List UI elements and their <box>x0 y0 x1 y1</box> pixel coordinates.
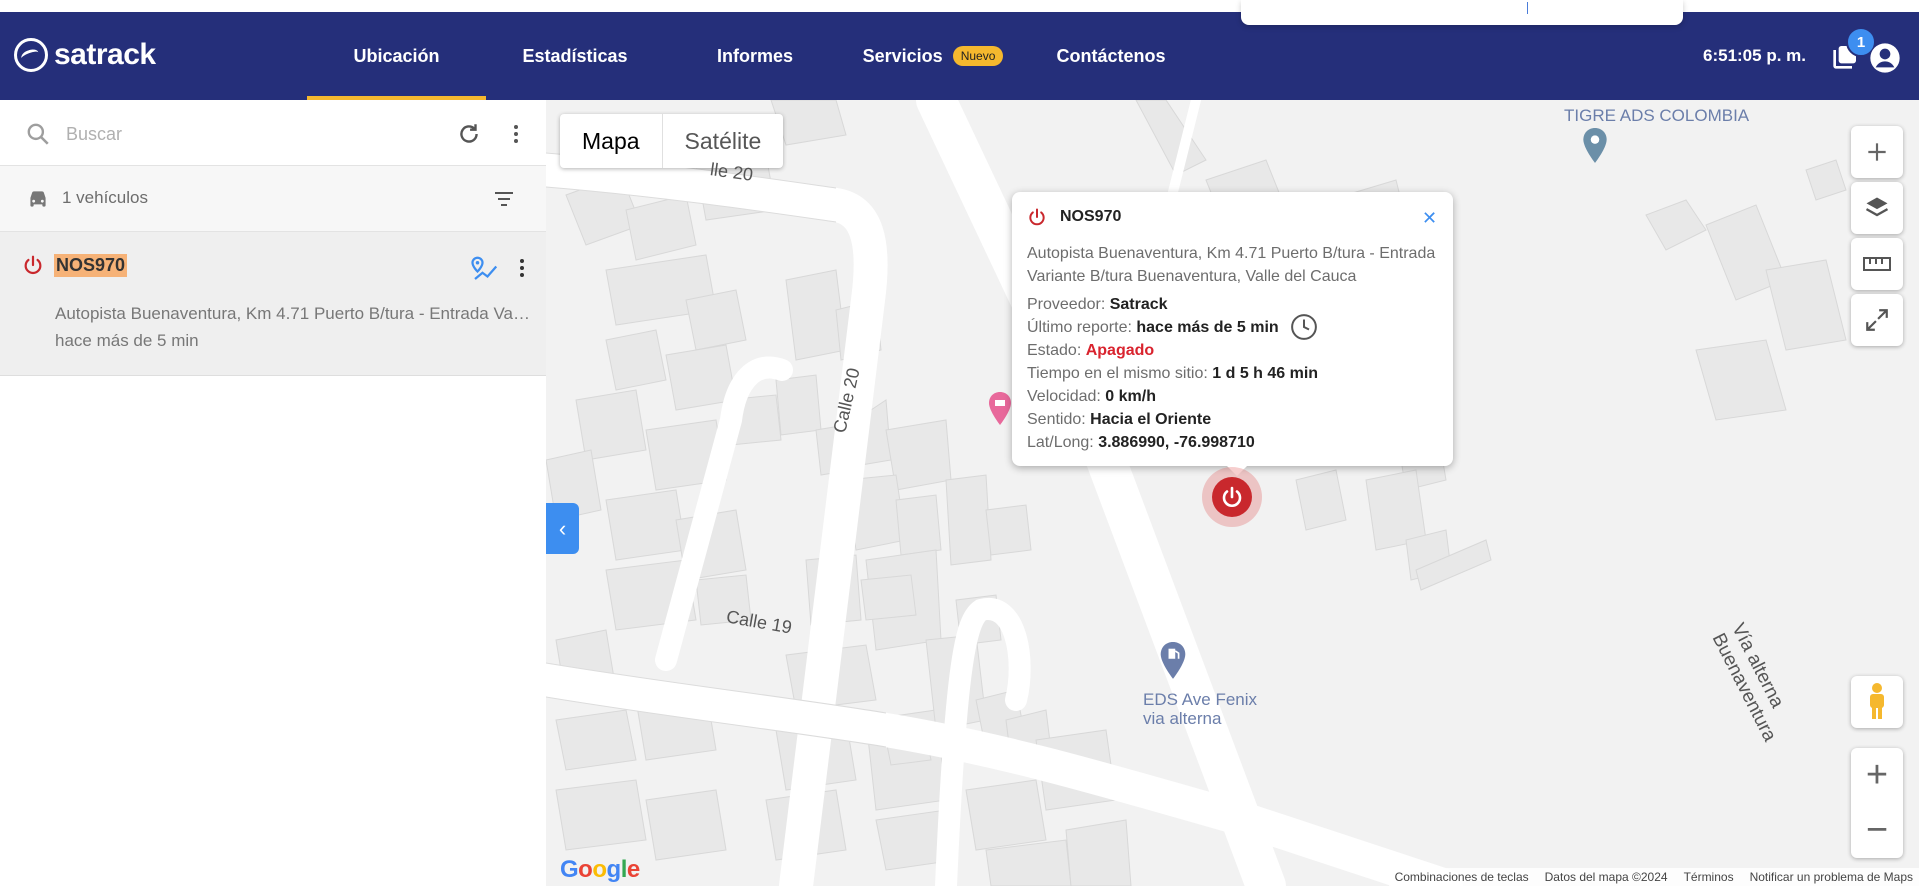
vehicle-options-icon[interactable] <box>510 254 534 282</box>
top-navbar: satrack Ubicación Estadísticas Informes … <box>0 12 1919 100</box>
user-avatar-icon <box>1870 43 1900 73</box>
street-view-button[interactable] <box>1851 676 1903 728</box>
popup-value: 1 d 5 h 46 min <box>1212 365 1319 382</box>
more-options-icon[interactable] <box>504 121 528 147</box>
popup-value: 3.886990, -76.998710 <box>1098 434 1255 451</box>
terms-link[interactable]: Términos <box>1684 870 1734 884</box>
vehicles-header: 1 vehículos <box>0 166 546 232</box>
popup-address: Autopista Buenaventura, Km 4.71 Puerto B… <box>1027 245 1436 285</box>
route-history-icon[interactable] <box>469 254 501 284</box>
power-off-icon <box>1029 208 1045 226</box>
google-logo: Google <box>560 856 640 883</box>
clock-icon[interactable] <box>1289 312 1319 342</box>
vehicle-info-popup: NOS970 ✕ Autopista Buenaventura, Km 4.71… <box>1012 192 1453 476</box>
search-icon <box>27 123 49 145</box>
zoom-in-button[interactable]: + <box>1851 748 1903 803</box>
popup-row-time-in-place: Tiempo en el mismo sitio: 1 d 5 h 46 min <box>1027 365 1318 383</box>
layers-icon <box>1865 197 1889 217</box>
popup-value: Apagado <box>1085 342 1155 359</box>
popup-value: 0 km/h <box>1105 388 1156 405</box>
map-footer: Combinaciones de teclas Datos del mapa ©… <box>1388 868 1919 886</box>
search-input[interactable] <box>66 120 426 148</box>
popup-label: Lat/Long: <box>1027 434 1094 451</box>
popup-label: Tiempo en el mismo sitio: <box>1027 365 1208 382</box>
map-type-toggle: Mapa Satélite <box>560 114 784 168</box>
popup-label: Estado: <box>1027 342 1082 359</box>
map-type-map-button[interactable]: Mapa <box>560 114 663 168</box>
plus-icon <box>1868 143 1886 161</box>
poi-label-eds[interactable]: EDS Ave Fenix via alterna <box>1143 690 1257 728</box>
collapse-sidebar-button[interactable]: ‹ <box>546 503 579 554</box>
marker-core <box>1212 477 1252 517</box>
nav-label: Contáctenos <box>1056 45 1166 66</box>
brand-logo[interactable]: satrack <box>14 38 156 72</box>
pegman-icon <box>1870 683 1884 719</box>
popup-value: Satrack <box>1109 296 1168 313</box>
nav-label: Informes <box>716 45 794 66</box>
gas-station-pin-icon[interactable] <box>1159 642 1187 680</box>
poi-label-tigre[interactable]: TIGRE ADS COLOMBIA <box>1564 106 1749 125</box>
text-cursor <box>1527 2 1528 14</box>
popup-value: Hacia el Oriente <box>1090 411 1212 428</box>
nav-estadisticas[interactable]: Estadísticas <box>510 12 640 100</box>
hotel-pin-icon[interactable] <box>988 392 1012 426</box>
popup-label: Sentido: <box>1027 411 1086 428</box>
popup-plate: NOS970 <box>1060 208 1122 225</box>
report-problem-link[interactable]: Notificar un problema de Maps <box>1750 870 1913 884</box>
user-account-button[interactable] <box>1869 42 1901 74</box>
popup-label: Proveedor: <box>1027 296 1106 313</box>
search-bar <box>0 100 546 166</box>
nav-label: Ubicación <box>353 45 440 66</box>
popup-label: Último reporte: <box>1027 319 1132 336</box>
popup-row-speed: Velocidad: 0 km/h <box>1027 388 1156 406</box>
popup-value: hace más de 5 min <box>1136 319 1279 336</box>
popup-row-provider: Proveedor: Satrack <box>1027 296 1168 314</box>
current-time: 6:51:05 p. m. <box>1703 46 1806 65</box>
car-icon <box>30 191 46 207</box>
popup-row-latlong: Lat/Long: 3.886990, -76.998710 <box>1027 434 1255 452</box>
map-layers-button[interactable] <box>1851 182 1903 234</box>
power-off-icon <box>24 255 42 275</box>
map-data-text: Datos del mapa ©2024 <box>1544 870 1668 884</box>
chevron-left-icon: ‹ <box>558 515 567 541</box>
floating-panel <box>1241 0 1683 25</box>
keyboard-shortcuts-link[interactable]: Combinaciones de teclas <box>1395 870 1529 884</box>
popup-row-direction: Sentido: Hacia el Oriente <box>1027 411 1211 429</box>
nav-label: Estadísticas <box>522 45 628 66</box>
vehicles-count: 1 vehículos <box>62 188 148 207</box>
filter-icon[interactable] <box>490 187 518 211</box>
map-add-button[interactable] <box>1851 126 1903 178</box>
map-pin-icon[interactable] <box>1582 128 1608 164</box>
vehicle-last-report: hace más de 5 min <box>55 331 199 350</box>
zoom-control: + − <box>1851 748 1903 858</box>
close-icon[interactable]: ✕ <box>1422 208 1437 229</box>
vehicle-sidebar: 1 vehículos NOS970 Autopista Buenaventur… <box>0 100 546 886</box>
ruler-icon <box>1863 257 1891 271</box>
satrack-logo-icon <box>14 38 48 72</box>
refresh-icon[interactable] <box>456 121 482 147</box>
fullscreen-icon <box>1866 309 1888 331</box>
zoom-out-button[interactable]: − <box>1851 803 1903 858</box>
map-ruler-button[interactable] <box>1851 238 1903 290</box>
brand-name: satrack <box>54 38 156 71</box>
popup-label: Velocidad: <box>1027 388 1101 405</box>
vehicle-plate: NOS970 <box>54 254 128 277</box>
nav-servicios[interactable]: Servicios Nuevo <box>858 12 1008 100</box>
nav-informes[interactable]: Informes <box>700 12 810 100</box>
nav-ubicacion[interactable]: Ubicación <box>307 12 486 100</box>
new-badge: Nuevo <box>952 46 1004 66</box>
popup-row-status: Estado: Apagado <box>1027 342 1154 360</box>
nav-contactenos[interactable]: Contáctenos <box>1050 12 1172 100</box>
vehicle-address: Autopista Buenaventura, Km 4.71 Puerto B… <box>55 304 533 323</box>
map-fullscreen-button[interactable] <box>1851 294 1903 346</box>
vehicle-marker[interactable] <box>1202 467 1262 527</box>
nav-label: Servicios <box>862 45 943 66</box>
power-icon <box>1222 486 1242 507</box>
vehicle-list-item[interactable]: NOS970 Autopista Buenaventura, Km 4.71 P… <box>0 232 546 376</box>
popup-row-last-report: Último reporte: hace más de 5 min <box>1027 319 1279 337</box>
